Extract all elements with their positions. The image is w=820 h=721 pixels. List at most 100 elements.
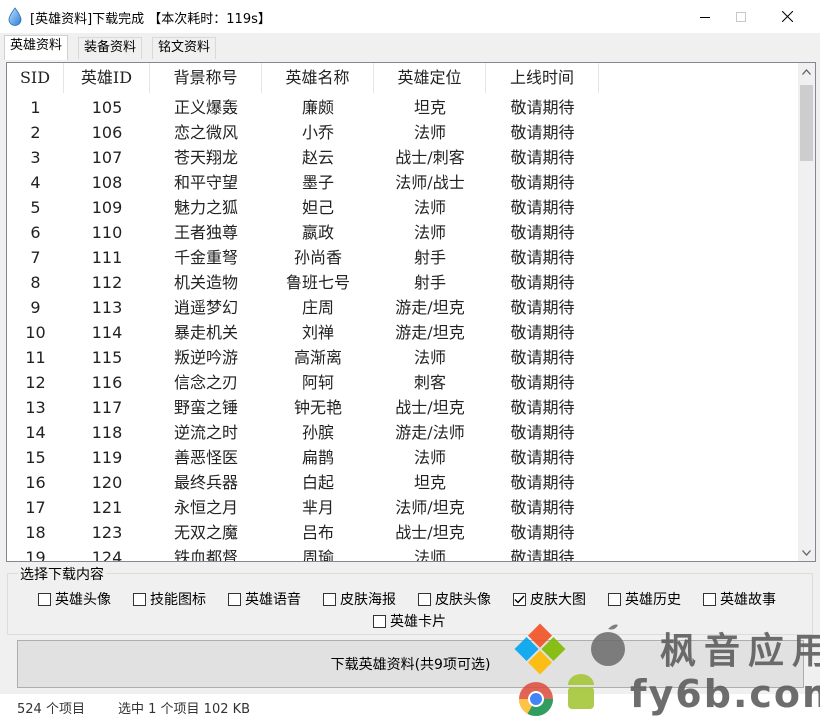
table-row[interactable]: 8 112 机关造物 鲁班七号 射手 敬请期待: [7, 270, 599, 295]
table-cell: 法师: [413, 548, 446, 562]
table-cell: 109: [91, 198, 123, 217]
maximize-icon: [736, 11, 746, 22]
chevron-up-icon: [802, 68, 811, 75]
table-cell: 108: [91, 173, 123, 192]
table-cell: 123: [91, 523, 123, 542]
tab-inscription-data[interactable]: 铭文资料: [152, 37, 217, 59]
table-cell: 120: [91, 473, 123, 492]
table-row[interactable]: 19 124 铁血都督 周瑜 法师 敬请期待: [7, 545, 599, 562]
table-cell: 106: [91, 123, 123, 142]
table-cell: 钟无艳: [293, 398, 342, 417]
table-cell: 112: [91, 273, 123, 292]
download-option-checkbox[interactable]: 英雄历史: [608, 589, 681, 609]
table-row[interactable]: 4 108 和平守望 墨子 法师/战士 敬请期待: [7, 170, 599, 195]
download-option-checkbox[interactable]: 皮肤海报: [323, 589, 396, 609]
checkbox-checked-icon[interactable]: [513, 592, 526, 606]
table-cell: 暴走机关: [173, 323, 238, 342]
download-option-checkbox[interactable]: 皮肤头像: [418, 589, 491, 609]
download-option-checkbox[interactable]: 皮肤大图: [513, 589, 586, 609]
column-header[interactable]: 背景称号: [150, 63, 262, 93]
table-cell: 小乔: [301, 123, 334, 142]
scroll-thumb[interactable]: [800, 85, 813, 161]
table-row[interactable]: 10 114 暴走机关 刘禅 游走/坦克 敬请期待: [7, 320, 599, 345]
table-cell: 敬请期待: [510, 348, 575, 367]
checkbox-label: 英雄卡片: [390, 614, 446, 630]
table-row[interactable]: 2 106 恋之微风 小乔 法师 敬请期待: [7, 120, 599, 145]
selection-info: 选中 1 个项目 102 KB: [118, 702, 251, 717]
table-cell: 敬请期待: [510, 273, 575, 292]
table-cell: 周瑜: [301, 548, 334, 562]
table-cell: 战士/坦克: [395, 398, 465, 417]
table-row[interactable]: 3 107 苍天翔龙 赵云 战士/刺客 敬请期待: [7, 145, 599, 170]
checkbox-label: 英雄语音: [245, 592, 301, 608]
table-cell: 刘禅: [301, 323, 334, 342]
table-row[interactable]: 7 111 千金重弩 孙尚香 射手 敬请期待: [7, 245, 599, 270]
maximize-button[interactable]: [718, 0, 764, 33]
tab-hero-data[interactable]: 英雄资料: [4, 35, 69, 60]
table-cell: 赵云: [301, 148, 334, 167]
table-cell: 铁血都督: [173, 548, 238, 562]
download-option-checkbox[interactable]: 英雄卡片: [373, 611, 446, 631]
column-header[interactable]: 英雄定位: [374, 63, 486, 93]
table-cell: 敬请期待: [510, 548, 575, 562]
scroll-down-button[interactable]: [798, 544, 815, 561]
checkbox-label: 英雄故事: [720, 592, 776, 608]
table-row[interactable]: 1 105 正义爆轰 廉颇 坦克 敬请期待: [7, 95, 599, 120]
download-option-checkbox[interactable]: 英雄头像: [38, 589, 111, 609]
table-cell: 敬请期待: [510, 198, 575, 217]
table-cell: 114: [91, 323, 123, 342]
table-row[interactable]: 14 118 逆流之时 孙膑 游走/法师 敬请期待: [7, 420, 599, 445]
table-row[interactable]: 16 120 最终兵器 白起 坦克 敬请期待: [7, 470, 599, 495]
download-option-checkbox[interactable]: 技能图标: [133, 589, 206, 609]
table-cell: 9: [30, 298, 41, 317]
checkbox-label: 皮肤海报: [340, 592, 396, 608]
scroll-up-button[interactable]: [798, 63, 815, 80]
download-option-checkbox[interactable]: 英雄语音: [228, 589, 301, 609]
table-cell: 善恶怪医: [173, 448, 238, 467]
table-cell: 白起: [301, 473, 334, 492]
checkbox-unchecked-icon[interactable]: [373, 614, 386, 628]
window-title: [英雄资料]下载完成 【本次耗时：119s】: [30, 12, 271, 27]
hero-list-view[interactable]: SID 英雄ID 背景称号 英雄名称 英雄定位 上线时间 1 105 正义爆轰 廉颇 坦克 敬请期待…: [6, 62, 816, 562]
column-header[interactable]: 上线时间: [486, 63, 599, 93]
table-row[interactable]: 9 113 逍遥梦幻 庄周 游走/坦克 敬请期待: [7, 295, 599, 320]
table-row[interactable]: 15 119 善恶怪医 扁鹊 法师 敬请期待: [7, 445, 599, 470]
checkbox-unchecked-icon[interactable]: [703, 592, 716, 606]
table-cell: 敬请期待: [510, 498, 575, 517]
column-header[interactable]: 英雄ID: [64, 63, 150, 93]
checkbox-unchecked-icon[interactable]: [418, 592, 431, 606]
table-cell: 游走/坦克: [395, 323, 465, 342]
table-row[interactable]: 13 117 野蛮之锤 钟无艳 战士/坦克 敬请期待: [7, 395, 599, 420]
watermark-text-url: fy6b.com: [630, 672, 820, 716]
checkbox-label: 技能图标: [150, 592, 206, 608]
download-option-checkbox[interactable]: 英雄故事: [703, 589, 776, 609]
table-cell: 105: [91, 98, 123, 117]
table-cell: 吕布: [301, 523, 334, 542]
table-row[interactable]: 6 110 王者独尊 嬴政 法师 敬请期待: [7, 220, 599, 245]
table-cell: 孙尚香: [293, 248, 342, 267]
table-cell: 敬请期待: [510, 248, 575, 267]
table-cell: 敬请期待: [510, 423, 575, 442]
checkbox-label: 英雄头像: [55, 592, 111, 608]
table-row[interactable]: 11 115 叛逆吟游 高渐离 法师 敬请期待: [7, 345, 599, 370]
vertical-scrollbar[interactable]: [798, 63, 815, 561]
close-button[interactable]: [764, 0, 810, 33]
column-header[interactable]: 英雄名称: [262, 63, 374, 93]
table-row[interactable]: 17 121 永恒之月 芈月 法师/坦克 敬请期待: [7, 495, 599, 520]
table-cell: 游走/坦克: [395, 298, 465, 317]
table-cell: 4: [30, 173, 41, 192]
table-cell: 法师: [413, 223, 446, 242]
table-row[interactable]: 12 116 信念之刃 阿轲 刺客 敬请期待: [7, 370, 599, 395]
list-header: SID 英雄ID 背景称号 英雄名称 英雄定位 上线时间: [7, 63, 599, 93]
table-cell: 恋之微风: [173, 123, 238, 142]
tab-equipment-data[interactable]: 装备资料: [78, 37, 143, 59]
checkbox-unchecked-icon[interactable]: [228, 592, 241, 606]
checkbox-unchecked-icon[interactable]: [608, 592, 621, 606]
column-header[interactable]: SID: [7, 63, 64, 93]
checkbox-unchecked-icon[interactable]: [323, 592, 336, 606]
table-row[interactable]: 18 123 无双之魔 吕布 战士/坦克 敬请期待: [7, 520, 599, 545]
table-row[interactable]: 5 109 魅力之狐 妲己 法师 敬请期待: [7, 195, 599, 220]
checkbox-unchecked-icon[interactable]: [133, 592, 146, 606]
table-cell: 机关造物: [173, 273, 238, 292]
checkbox-unchecked-icon[interactable]: [38, 592, 51, 606]
